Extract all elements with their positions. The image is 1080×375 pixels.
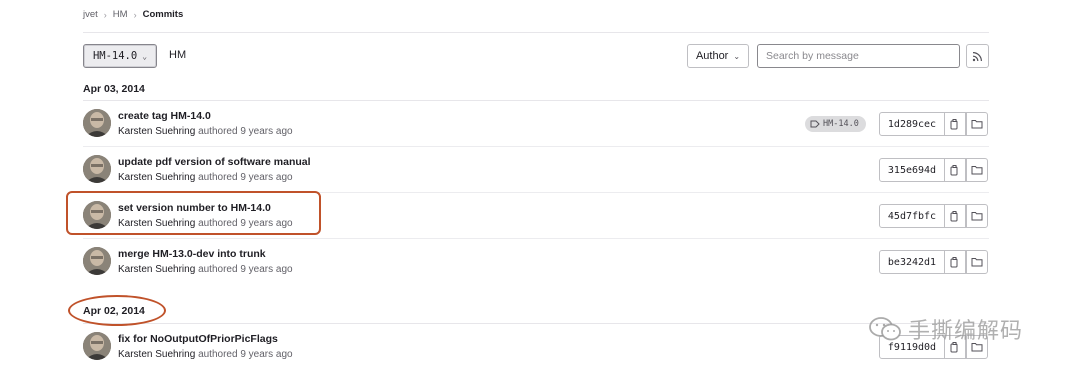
commit-row: update pdf version of software manual Ka… (83, 147, 989, 193)
commit-title-link[interactable]: merge HM-13.0-dev into trunk (118, 248, 266, 260)
commit-row: fix for NoOutputOfPriorPicFlags Karsten … (83, 324, 989, 370)
commit-age: 9 years ago (240, 172, 293, 183)
commit-meta: Karsten Suehring authored 9 years ago (118, 264, 293, 275)
commit-author-link[interactable]: Karsten Suehring (118, 264, 195, 275)
folder-icon (971, 258, 983, 267)
commit-sha-button[interactable]: 315e694d (879, 158, 945, 182)
rss-button[interactable] (966, 44, 989, 68)
commit-age: 9 years ago (240, 218, 293, 229)
divider (83, 32, 989, 33)
tag-badge[interactable]: HM-14.0 (805, 116, 866, 132)
commit-authored-label: authored (198, 218, 238, 229)
breadcrumb-item-project[interactable]: HM (113, 9, 128, 20)
folder-icon (971, 212, 983, 221)
commit-author-link[interactable]: Karsten Suehring (118, 218, 195, 229)
avatar[interactable] (83, 155, 111, 183)
browse-files-button[interactable] (966, 335, 988, 359)
copy-sha-button[interactable] (944, 250, 966, 274)
commit-title-link[interactable]: create tag HM-14.0 (118, 110, 211, 122)
ref-selector-label: HM-14.0 (92, 50, 138, 62)
commit-authored-label: authored (198, 172, 238, 183)
commit-sha-button[interactable]: be3242d1 (879, 250, 945, 274)
copy-sha-button[interactable] (944, 112, 966, 136)
folder-icon (971, 166, 983, 175)
copy-icon (950, 210, 958, 221)
commit-meta: Karsten Suehring authored 9 years ago (118, 218, 293, 229)
commit-row: set version number to HM-14.0 Karsten Su… (83, 193, 989, 239)
rss-icon (972, 51, 982, 61)
copy-icon (950, 164, 958, 175)
commit-authored-label: authored (198, 264, 238, 275)
copy-icon (950, 118, 958, 129)
commit-age: 9 years ago (240, 126, 293, 137)
commit-row: create tag HM-14.0 Karsten Suehring auth… (83, 101, 989, 147)
chevron-right-icon: › (133, 9, 137, 20)
copy-sha-button[interactable] (944, 204, 966, 228)
commit-sha-button[interactable]: f9119d0d (879, 335, 945, 359)
commit-age: 9 years ago (240, 349, 293, 360)
avatar[interactable] (83, 332, 111, 360)
commit-author-link[interactable]: Karsten Suehring (118, 349, 195, 360)
commit-meta: Karsten Suehring authored 9 years ago (118, 172, 293, 183)
commit-authored-label: authored (198, 126, 238, 137)
commit-sha-button[interactable]: 45d7fbfc (879, 204, 945, 228)
commit-sha-button[interactable]: 1d289cec (879, 112, 945, 136)
breadcrumb-item-group[interactable]: jvet (83, 9, 98, 20)
search-input[interactable] (757, 44, 960, 68)
commit-title-link[interactable]: fix for NoOutputOfPriorPicFlags (118, 333, 278, 345)
browse-files-button[interactable] (966, 112, 988, 136)
commit-authored-label: authored (198, 349, 238, 360)
day-date-header: Apr 02, 2014 (83, 305, 145, 317)
commit-meta: Karsten Suehring authored 9 years ago (118, 126, 293, 137)
copy-sha-button[interactable] (944, 335, 966, 359)
folder-icon (971, 343, 983, 352)
breadcrumb-item-current[interactable]: Commits (143, 9, 184, 20)
commit-row: merge HM-13.0-dev into trunk Karsten Sue… (83, 239, 989, 285)
browse-files-button[interactable] (966, 204, 988, 228)
commit-meta: Karsten Suehring authored 9 years ago (118, 349, 293, 360)
commit-title-link[interactable]: update pdf version of software manual (118, 156, 311, 168)
commit-author-link[interactable]: Karsten Suehring (118, 126, 195, 137)
copy-icon (950, 256, 958, 267)
tag-icon (810, 120, 820, 128)
chevron-right-icon: › (103, 9, 107, 20)
breadcrumb: jvet › HM › Commits (83, 9, 183, 20)
author-filter-label: Author (695, 50, 729, 62)
commit-title-link[interactable]: set version number to HM-14.0 (118, 202, 271, 214)
author-filter-dropdown[interactable]: Author ⌄ (687, 44, 749, 68)
commit-author-link[interactable]: Karsten Suehring (118, 172, 195, 183)
browse-files-button[interactable] (966, 250, 988, 274)
ref-selector-dropdown[interactable]: HM-14.0 ⌄ (83, 44, 157, 68)
tag-label: HM-14.0 (823, 119, 859, 129)
copy-sha-button[interactable] (944, 158, 966, 182)
ref-path-name: HM (169, 49, 187, 61)
folder-icon (971, 120, 983, 129)
avatar[interactable] (83, 201, 111, 229)
chevron-down-icon: ⌄ (733, 51, 741, 61)
day-date-header: Apr 03, 2014 (83, 83, 145, 95)
browse-files-button[interactable] (966, 158, 988, 182)
chevron-down-icon: ⌄ (142, 51, 148, 61)
commit-age: 9 years ago (240, 264, 293, 275)
avatar[interactable] (83, 247, 111, 275)
avatar[interactable] (83, 109, 111, 137)
copy-icon (950, 341, 958, 352)
